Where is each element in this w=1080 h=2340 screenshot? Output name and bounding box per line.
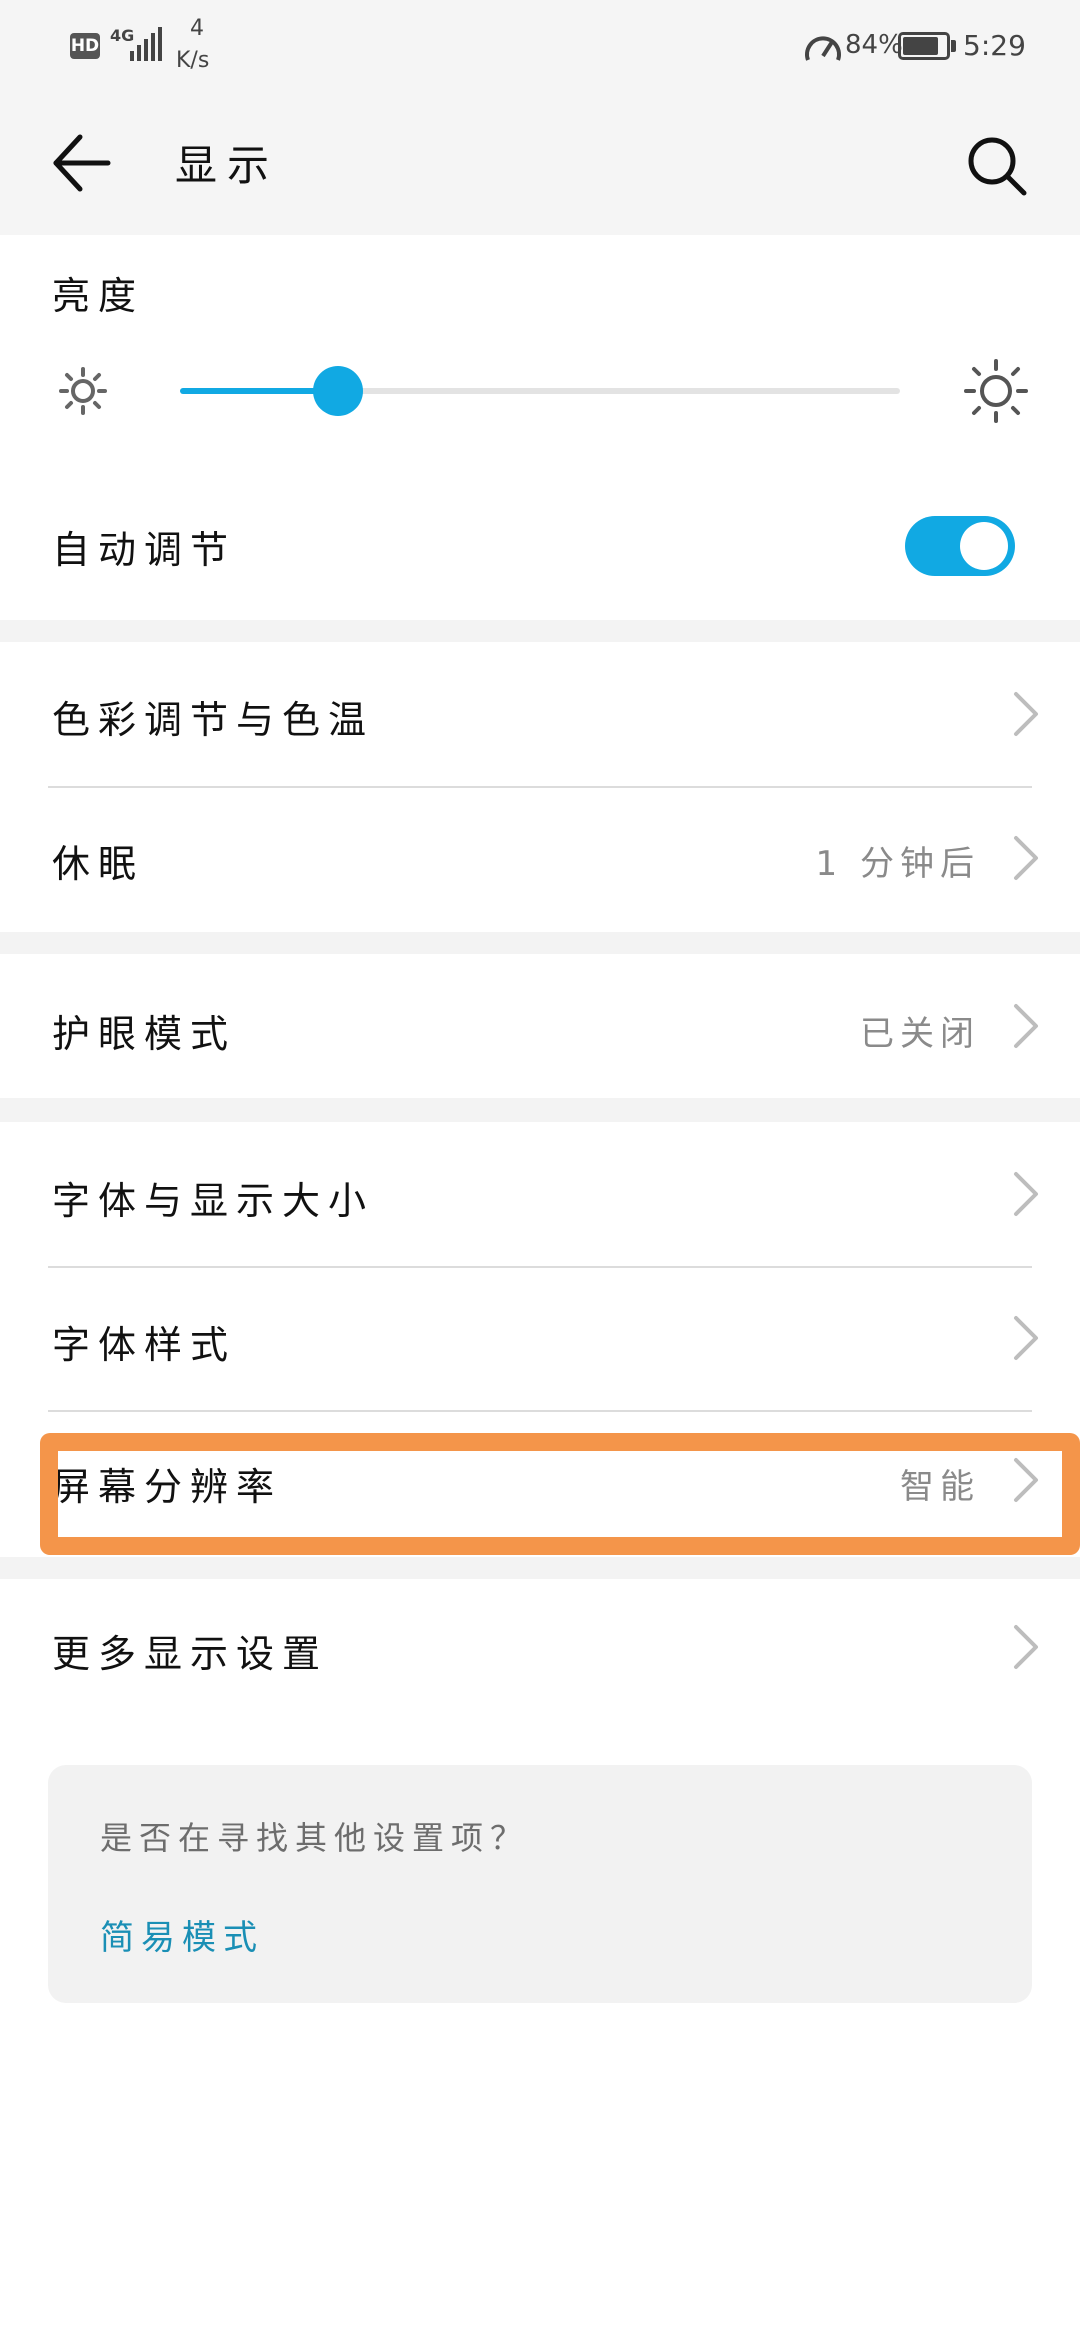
simple-mode-link[interactable]: 简易模式: [100, 1910, 264, 1959]
row-color-temp[interactable]: 色彩调节与色温: [0, 642, 1080, 786]
net-speed-unit: K/s: [176, 48, 210, 73]
auto-adjust-label: 自动调节: [52, 528, 237, 572]
row-font-style[interactable]: 字体样式: [0, 1268, 1080, 1410]
row-font-size[interactable]: 字体与显示大小: [0, 1122, 1080, 1266]
chevron-right-icon: [1014, 1004, 1038, 1048]
color-sleep-section: 色彩调节与色温 休眠 1 分钟后: [0, 642, 1080, 932]
auto-adjust-toggle[interactable]: [905, 516, 1015, 576]
battery-icon: [898, 32, 950, 60]
brightness-slider-thumb[interactable]: [313, 366, 364, 416]
status-bar: HD 4G 4 K/s 84% 5:29: [0, 0, 1080, 95]
section-gap: [0, 620, 1080, 642]
row-sleep-value: 1 分钟后: [815, 844, 980, 884]
chevron-right-icon: [1014, 1625, 1038, 1669]
app-bar: 显示: [0, 95, 1080, 235]
toggle-knob: [960, 522, 1008, 570]
section-gap: [0, 1098, 1080, 1122]
brightness-high-icon: [964, 359, 1028, 423]
chevron-right-icon: [1014, 692, 1038, 736]
battery-fill: [903, 37, 938, 55]
page-title: 显示: [175, 141, 280, 190]
net-speed-value: 4: [190, 16, 204, 41]
help-question: 是否在寻找其他设置项？: [100, 1819, 530, 1857]
row-eye-comfort-value: 已关闭: [860, 1014, 980, 1054]
battery-cap: [951, 40, 956, 52]
row-more-display-label: 更多显示设置: [52, 1632, 329, 1676]
help-card: 是否在寻找其他设置项？ 简易模式: [48, 1765, 1032, 2003]
brightness-label: 亮度: [52, 274, 145, 318]
battery-percent: 84%: [845, 30, 903, 60]
signal-icon: [130, 27, 162, 61]
section-gap: [0, 932, 1080, 954]
chevron-right-icon: [1014, 836, 1038, 880]
hd-badge: HD: [70, 33, 100, 59]
speedometer-icon: [805, 36, 841, 61]
row-sleep[interactable]: 休眠 1 分钟后: [0, 788, 1080, 932]
row-eye-comfort-label: 护眼模式: [52, 1012, 237, 1056]
row-color-temp-label: 色彩调节与色温: [52, 698, 375, 742]
back-arrow-icon[interactable]: [52, 133, 112, 193]
chevron-right-icon: [1014, 1316, 1038, 1360]
resolution-highlight: [40, 1433, 1080, 1555]
brightness-low-icon: [59, 367, 107, 415]
row-sleep-label: 休眠: [52, 842, 145, 886]
clock: 5:29: [963, 29, 1026, 62]
row-more-display[interactable]: 更多显示设置: [0, 1579, 1080, 1723]
section-gap: [0, 1557, 1080, 1579]
chevron-right-icon: [1014, 1172, 1038, 1216]
row-font-style-label: 字体样式: [52, 1323, 237, 1367]
row-font-size-label: 字体与显示大小: [52, 1179, 375, 1223]
search-icon[interactable]: [966, 135, 1028, 197]
row-eye-comfort[interactable]: 护眼模式 已关闭: [0, 954, 1080, 1098]
eye-comfort-section: 护眼模式 已关闭: [0, 954, 1080, 1098]
